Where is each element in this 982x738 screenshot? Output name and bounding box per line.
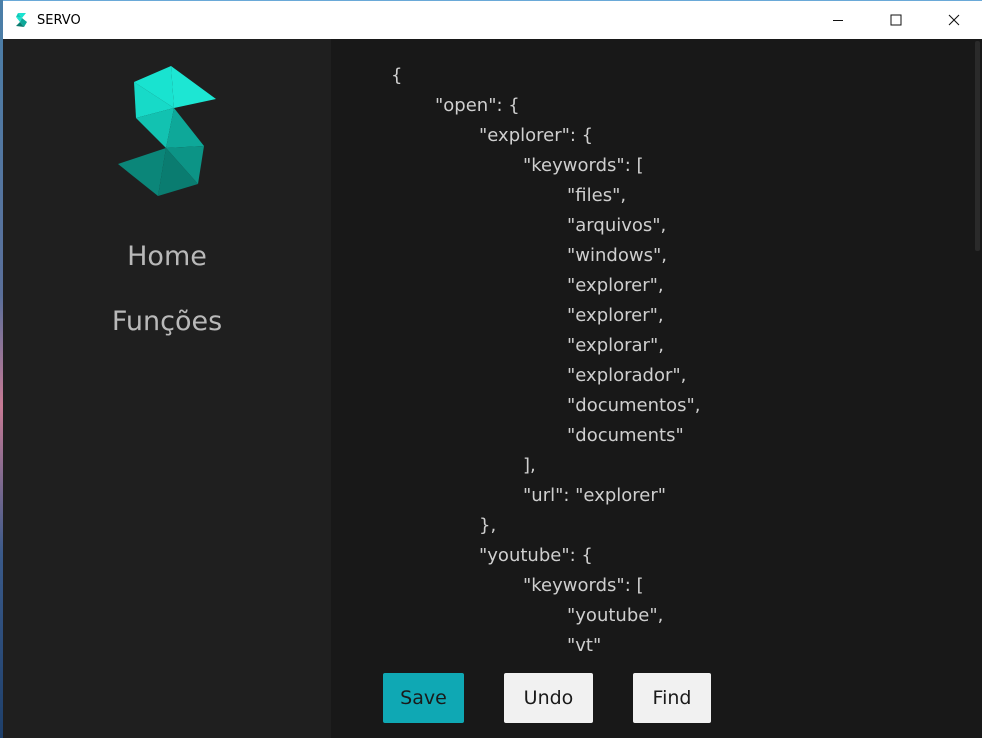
code-line[interactable]: "arquivos", [391,211,961,241]
undo-button[interactable]: Undo [504,673,593,723]
code-line[interactable]: "explorer", [391,301,961,331]
sidebar: Home Funções [3,39,331,738]
code-text-area[interactable]: {"open": {"explorer": {"keywords": ["fil… [391,61,961,661]
code-line[interactable]: "explorador", [391,361,961,391]
save-button[interactable]: Save [383,673,464,723]
close-icon [948,14,960,26]
minimize-icon [833,20,843,21]
servo-logo-icon [118,66,216,196]
maximize-icon [890,14,902,26]
app-window: SERVO Home Funções {"open": {"explorer… [0,0,982,738]
servo-logo-icon [16,13,27,27]
code-line[interactable]: "url": "explorer" [391,481,961,511]
code-line[interactable]: { [391,61,961,91]
code-line[interactable]: "documents" [391,421,961,451]
minimize-button[interactable] [809,1,867,39]
code-line[interactable]: "explorer", [391,271,961,301]
code-line[interactable]: "keywords": [ [391,571,961,601]
editor-scrollbar[interactable] [973,39,982,738]
window-title: SERVO [37,13,81,28]
find-button[interactable]: Find [633,673,711,723]
json-editor[interactable]: {"open": {"explorer": {"keywords": ["fil… [331,39,982,738]
code-line[interactable]: "vt" [391,631,961,661]
code-line[interactable]: "explorar", [391,331,961,361]
code-line[interactable]: }, [391,511,961,541]
code-line[interactable]: "keywords": [ [391,151,961,181]
code-line[interactable]: "explorer": { [391,121,961,151]
code-line[interactable]: ], [391,451,961,481]
code-line[interactable]: "files", [391,181,961,211]
title-bar[interactable]: SERVO [3,0,982,39]
code-line[interactable]: "youtube": { [391,541,961,571]
nav-home[interactable]: Home [3,239,331,275]
maximize-button[interactable] [867,1,925,39]
code-line[interactable]: "open": { [391,91,961,121]
nav-funcoes[interactable]: Funções [3,304,331,340]
close-button[interactable] [925,1,982,39]
code-line[interactable]: "windows", [391,241,961,271]
code-line[interactable]: "documentos", [391,391,961,421]
scroll-thumb[interactable] [975,41,980,251]
code-line[interactable]: "youtube", [391,601,961,631]
